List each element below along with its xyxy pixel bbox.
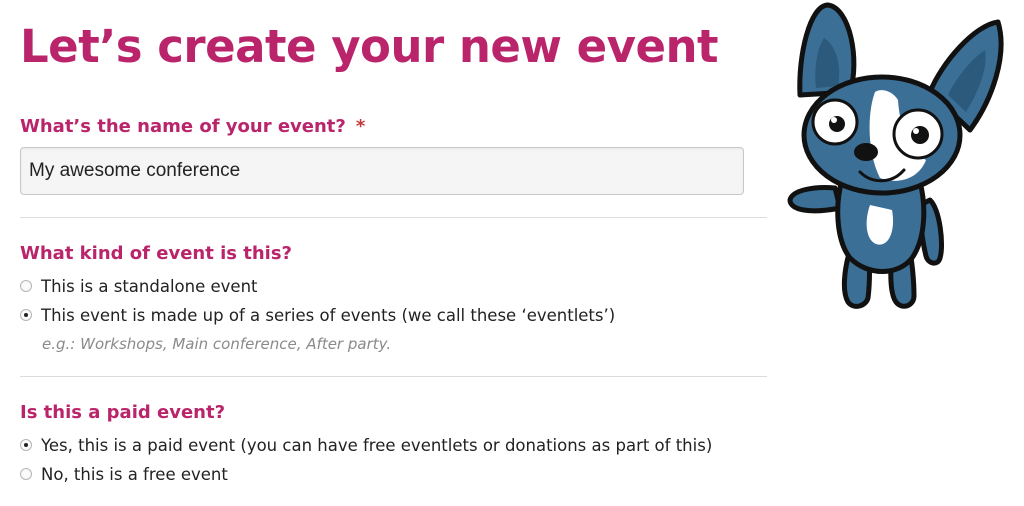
standalone-event-radio[interactable] <box>20 280 32 292</box>
divider <box>20 217 767 218</box>
page-title: Let’s create your new event <box>20 20 719 73</box>
event-kind-hint: e.g.: Workshops, Main conference, After … <box>42 335 392 353</box>
required-mark: * <box>355 116 366 137</box>
series-event-radio[interactable] <box>20 309 32 321</box>
standalone-event-option[interactable]: This is a standalone event <box>20 273 258 299</box>
event-kind-label: What kind of event is this? <box>20 243 292 264</box>
paid-event-label: Is this a paid event? <box>20 402 226 423</box>
paid-event-radio[interactable] <box>20 439 32 451</box>
series-event-option[interactable]: This event is made up of a series of eve… <box>20 302 615 328</box>
free-event-option-label: No, this is a free event <box>41 464 228 484</box>
free-event-option[interactable]: No, this is a free event <box>20 461 228 487</box>
series-event-label: This event is made up of a series of eve… <box>41 305 616 325</box>
divider <box>20 376 767 377</box>
event-name-input[interactable] <box>20 147 744 195</box>
standalone-event-label: This is a standalone event <box>41 276 258 296</box>
paid-event-option-label: Yes, this is a paid event (you can have … <box>41 435 713 455</box>
free-event-radio[interactable] <box>20 468 32 480</box>
dog-mascot-icon <box>787 2 1004 309</box>
event-name-label-text: What’s the name of your event? <box>20 116 346 137</box>
event-name-label: What’s the name of your event? * <box>20 115 365 139</box>
paid-event-option[interactable]: Yes, this is a paid event (you can have … <box>20 432 712 458</box>
